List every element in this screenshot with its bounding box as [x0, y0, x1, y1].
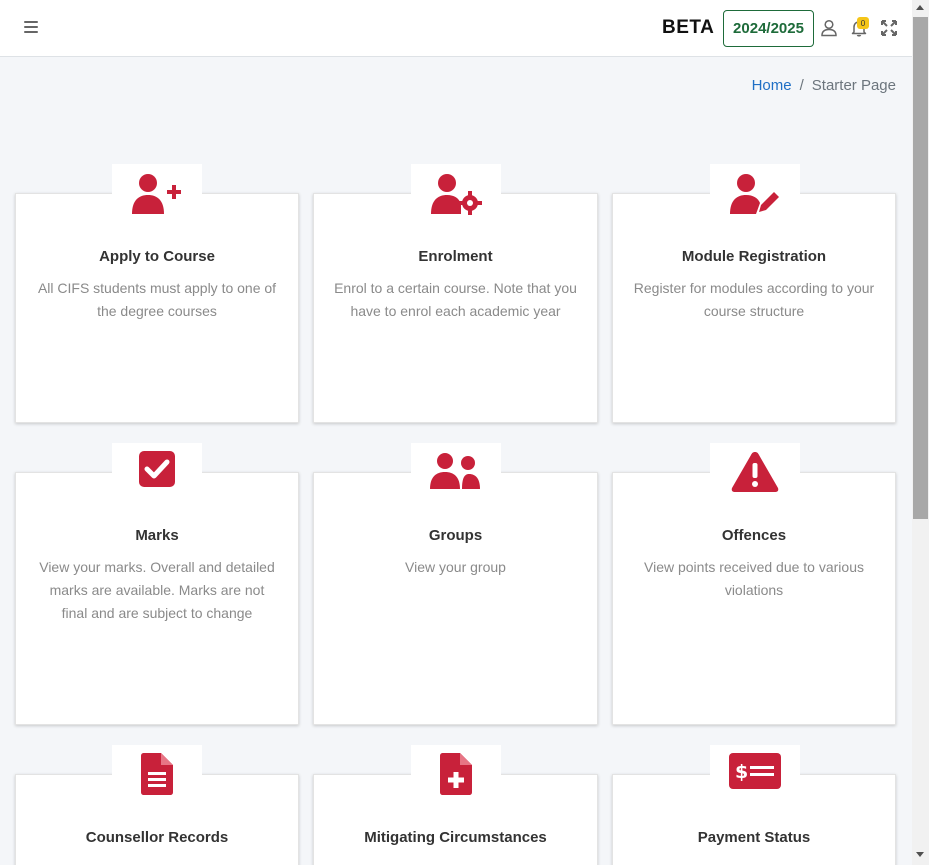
beta-label: BETA: [662, 17, 715, 38]
card-title: Module Registration: [681, 248, 827, 265]
card-title: Counsellor Records: [85, 829, 229, 846]
file-medical-icon: [411, 745, 501, 805]
user-group-icon: [411, 443, 501, 503]
notification-badge: 0: [857, 17, 869, 29]
card-title: Apply to Course: [99, 248, 215, 265]
card-title: Mitigating Circumstances: [364, 829, 547, 846]
money-check-icon: $: [710, 745, 800, 805]
card-apply-to-course[interactable]: Apply to Course All CIFS students must a…: [15, 193, 299, 423]
card-title: Payment Status: [697, 829, 811, 846]
svg-text:$: $: [735, 761, 748, 783]
user-gear-icon: [411, 164, 501, 224]
scrollbar-thumb[interactable]: [913, 17, 928, 519]
card-description: All CIFS students must apply to one of t…: [37, 280, 277, 319]
scroll-up-arrow-icon[interactable]: [916, 5, 924, 10]
card-module-registration[interactable]: Module Registration Register for modules…: [612, 193, 896, 423]
breadcrumb-separator: /: [799, 77, 804, 94]
breadcrumb: Home / Starter Page: [752, 77, 896, 94]
warning-triangle-icon: [710, 443, 800, 503]
breadcrumb-current: Starter Page: [811, 77, 896, 94]
square-check-icon: [112, 443, 202, 503]
user-pen-icon: [710, 164, 800, 224]
card-groups[interactable]: Groups View your group: [313, 472, 598, 725]
card-title: Marks: [135, 527, 179, 544]
card-description: View your marks. Overall and detailed ma…: [39, 559, 275, 621]
card-enrolment[interactable]: Enrolment Enrol to a certain course. Not…: [313, 193, 598, 423]
breadcrumb-home-link[interactable]: Home: [752, 77, 792, 94]
top-navbar: BETA 2024/2025 0: [0, 0, 912, 57]
card-title: Enrolment: [418, 248, 493, 265]
file-lines-icon: [112, 745, 202, 805]
scroll-down-arrow-icon[interactable]: [916, 852, 924, 857]
user-plus-icon: [112, 164, 202, 224]
card-description: Register for modules according to your c…: [633, 280, 875, 319]
card-title: Groups: [428, 527, 483, 544]
expand-icon[interactable]: [880, 19, 898, 37]
card-marks[interactable]: Marks View your marks. Overall and detai…: [15, 472, 299, 725]
card-description: View points received due to various viol…: [644, 559, 864, 598]
hamburger-icon[interactable]: [24, 21, 38, 35]
card-title: Offences: [721, 527, 787, 544]
academic-year-button[interactable]: 2024/2025: [723, 10, 814, 47]
card-description: Enrol to a certain course. Note that you…: [334, 280, 577, 319]
vertical-scrollbar[interactable]: [912, 0, 929, 865]
card-offences[interactable]: Offences View points received due to var…: [612, 472, 896, 725]
user-icon[interactable]: [820, 19, 838, 37]
card-description: View your group: [405, 559, 506, 575]
